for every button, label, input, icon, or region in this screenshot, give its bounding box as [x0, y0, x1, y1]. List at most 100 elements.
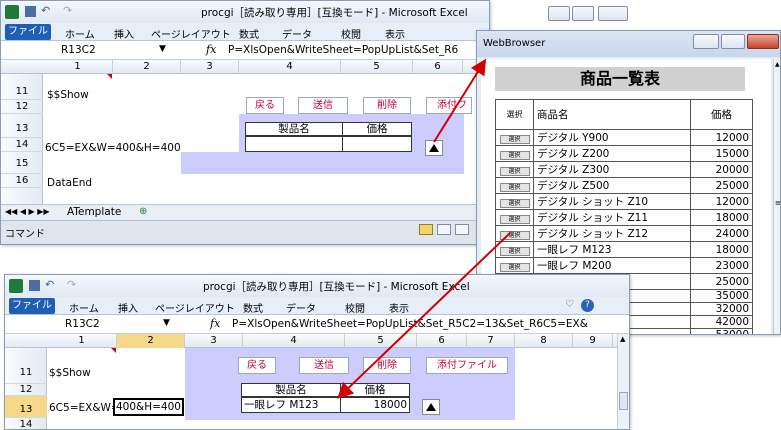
- row-header[interactable]: 11: [1, 74, 43, 100]
- popup-arrow-button[interactable]: [425, 140, 443, 156]
- save-icon[interactable]: [29, 280, 40, 291]
- row-header[interactable]: 16: [1, 174, 43, 188]
- tab-view[interactable]: 表示: [385, 26, 405, 41]
- scroll-grip-icon[interactable]: ≡: [775, 199, 780, 207]
- select-button[interactable]: 選択: [499, 246, 530, 256]
- name-box-dropdown-icon[interactable]: ▼: [163, 318, 170, 328]
- maximize-icon[interactable]: [572, 6, 594, 21]
- tab-review[interactable]: 校閲: [341, 26, 361, 41]
- save-icon[interactable]: [25, 6, 36, 17]
- tab-review[interactable]: 校閲: [345, 300, 365, 315]
- browser-minimize-icon[interactable]: [693, 34, 719, 49]
- normal-view-icon[interactable]: [419, 224, 433, 235]
- row-header[interactable]: 15: [1, 152, 43, 174]
- row-header[interactable]: 14: [5, 418, 47, 429]
- back-button[interactable]: 戻る: [238, 357, 276, 374]
- row-header[interactable]: 12: [5, 384, 47, 396]
- column-header[interactable]: 3: [181, 60, 239, 74]
- column-header[interactable]: 6: [413, 60, 463, 74]
- price-input[interactable]: [342, 136, 412, 152]
- product-name-input[interactable]: 一眼レフ M123: [241, 397, 341, 413]
- close-icon[interactable]: [598, 6, 628, 21]
- price-input[interactable]: 18000: [340, 397, 410, 413]
- select-button[interactable]: 選択: [499, 262, 530, 272]
- column-header[interactable]: 2: [113, 60, 181, 74]
- row-header[interactable]: 13: [1, 114, 43, 138]
- column-header[interactable]: 5: [341, 60, 413, 74]
- attach-file-button[interactable]: 添付ファイル: [426, 357, 508, 374]
- submit-button[interactable]: 送信: [298, 97, 348, 114]
- column-header[interactable]: 6: [417, 334, 467, 348]
- row-header[interactable]: 12: [1, 100, 43, 114]
- formula-input[interactable]: P=XlsOpen&WriteSheet=PopUpList&Set_R6: [228, 44, 458, 56]
- tab-insert[interactable]: 挿入: [118, 300, 138, 315]
- column-header[interactable]: 2: [117, 334, 185, 348]
- minimize-icon[interactable]: [548, 6, 570, 21]
- browser-maximize-icon[interactable]: [721, 34, 745, 49]
- tab-page-layout[interactable]: ページレイアウト: [151, 26, 231, 41]
- tab-data[interactable]: データ: [286, 300, 316, 315]
- sheet-nav-icon[interactable]: ◀◀ ◀ ▶ ▶▶: [5, 207, 50, 216]
- cell-dataend[interactable]: DataEnd: [47, 177, 92, 189]
- column-header[interactable]: 7: [467, 334, 515, 348]
- column-header[interactable]: 3: [185, 334, 243, 348]
- column-header[interactable]: 1: [47, 334, 117, 348]
- attach-button[interactable]: 添付フ: [426, 97, 472, 114]
- column-header[interactable]: 1: [43, 60, 113, 74]
- active-cell-r13c2[interactable]: 400&H=400: [113, 398, 184, 416]
- delete-button[interactable]: 削除: [363, 357, 411, 374]
- ribbon-minimize-icon[interactable]: ♡: [565, 299, 574, 310]
- tab-page-layout[interactable]: ページレイアウト: [155, 300, 235, 315]
- tab-formulas[interactable]: 数式: [239, 26, 259, 41]
- row-header[interactable]: 13: [5, 396, 47, 418]
- tab-file[interactable]: ファイル: [5, 24, 51, 40]
- tab-formulas[interactable]: 数式: [243, 300, 263, 315]
- tab-insert[interactable]: 挿入: [114, 26, 134, 41]
- column-header[interactable]: 9: [573, 334, 613, 348]
- scroll-thumb[interactable]: [619, 392, 628, 410]
- delete-button[interactable]: 削除: [363, 97, 411, 114]
- tab-view[interactable]: 表示: [389, 300, 409, 315]
- sheet-tab-atemplate[interactable]: ATemplate: [67, 206, 121, 218]
- function-icon[interactable]: fx: [206, 43, 216, 56]
- function-icon[interactable]: fx: [210, 317, 220, 330]
- name-box[interactable]: R13C2: [61, 44, 96, 56]
- cell-param[interactable]: 6C5=EX&W=400&H=400: [45, 142, 181, 154]
- browser-close-icon[interactable]: [747, 34, 779, 49]
- cell-show[interactable]: $$Show: [47, 89, 89, 101]
- column-header[interactable]: 8: [515, 334, 573, 348]
- product-name-input[interactable]: [245, 136, 343, 152]
- name-box-dropdown-icon[interactable]: ▼: [159, 44, 166, 54]
- undo-icon[interactable]: ↶: [45, 278, 54, 291]
- select-button[interactable]: 選択: [499, 214, 530, 224]
- cell-show[interactable]: $$Show: [49, 367, 91, 379]
- cell-param[interactable]: 6C5=EX&W=: [49, 402, 120, 414]
- row-header[interactable]: 11: [5, 348, 47, 384]
- page-break-view-icon[interactable]: [455, 224, 469, 235]
- row-header[interactable]: 14: [1, 138, 43, 152]
- browser-scrollbar[interactable]: ▲ ≡: [773, 59, 780, 334]
- column-header[interactable]: 5: [345, 334, 417, 348]
- column-header[interactable]: 4: [239, 60, 341, 74]
- redo-icon[interactable]: ↷: [63, 4, 72, 17]
- scroll-up-icon[interactable]: ▲: [620, 335, 625, 343]
- select-button[interactable]: 選択: [499, 134, 530, 144]
- column-header[interactable]: 4: [243, 334, 345, 348]
- select-button[interactable]: 選択: [499, 150, 530, 160]
- select-button[interactable]: 選択: [499, 230, 530, 240]
- tab-file[interactable]: ファイル: [9, 298, 55, 314]
- redo-icon[interactable]: ↷: [67, 278, 76, 291]
- new-sheet-icon[interactable]: ⊕: [139, 206, 147, 217]
- scroll-up-icon[interactable]: ▲: [775, 61, 780, 68]
- tab-home[interactable]: ホーム: [69, 300, 99, 315]
- help-icon[interactable]: ?: [581, 299, 594, 312]
- select-button[interactable]: 選択: [499, 198, 530, 208]
- tab-home[interactable]: ホーム: [65, 26, 95, 41]
- tab-data[interactable]: データ: [282, 26, 312, 41]
- formula-input[interactable]: P=XlsOpen&WriteSheet=PopUpList&Set_R5C2=…: [232, 318, 588, 330]
- name-box[interactable]: R13C2: [65, 318, 100, 330]
- page-layout-view-icon[interactable]: [437, 224, 451, 235]
- undo-icon[interactable]: ↶: [41, 4, 50, 17]
- popup-arrow-button[interactable]: [422, 399, 440, 415]
- vertical-scrollbar[interactable]: ▲: [617, 334, 629, 429]
